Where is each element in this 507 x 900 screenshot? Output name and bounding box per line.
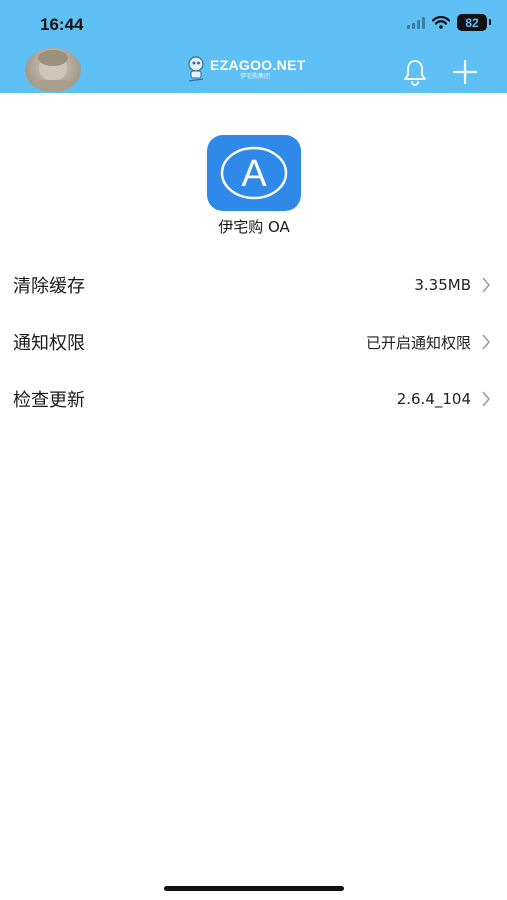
status-time: 16:44	[40, 15, 84, 34]
brand-logo-subtext: 伊宅购集团	[240, 73, 271, 80]
chevron-right-icon	[481, 334, 491, 350]
brand-logo: EZAGOO.NET 伊宅购集团	[186, 55, 306, 83]
plus-icon[interactable]	[452, 59, 478, 85]
setting-notification-permission[interactable]: 通知权限 已开启通知权限	[0, 314, 507, 370]
setting-value: 3.35MB	[414, 276, 471, 294]
setting-label: 检查更新	[13, 390, 85, 411]
app-logo-letter-icon: A	[220, 146, 288, 200]
setting-value: 2.6.4_104	[396, 390, 471, 408]
cellular-signal-icon	[407, 16, 425, 29]
brand-logo-text: EZAGOO.NET	[210, 57, 306, 73]
battery-indicator: 82	[457, 14, 491, 31]
setting-label: 通知权限	[13, 333, 85, 354]
app-icon-letter: A	[241, 153, 267, 195]
user-avatar[interactable]	[25, 48, 81, 92]
brand-mascot-icon	[188, 56, 204, 82]
chevron-right-icon	[481, 391, 491, 407]
status-indicators: 82	[407, 14, 491, 31]
app-icon: A	[207, 135, 301, 211]
avatar-image	[35, 50, 71, 92]
setting-value: 已开启通知权限	[365, 333, 471, 352]
bell-icon[interactable]	[401, 58, 429, 86]
chevron-right-icon	[481, 277, 491, 293]
setting-clear-cache[interactable]: 清除缓存 3.35MB	[0, 257, 507, 313]
app-name: 伊宅购 OA	[218, 218, 290, 236]
setting-check-update[interactable]: 检查更新 2.6.4_104	[0, 371, 507, 427]
home-indicator[interactable]	[164, 886, 344, 891]
setting-label: 清除缓存	[13, 276, 85, 297]
wifi-icon	[432, 16, 450, 29]
top-bar: 16:44 82 EZAGOO.NET 伊宅购集团	[0, 0, 507, 93]
